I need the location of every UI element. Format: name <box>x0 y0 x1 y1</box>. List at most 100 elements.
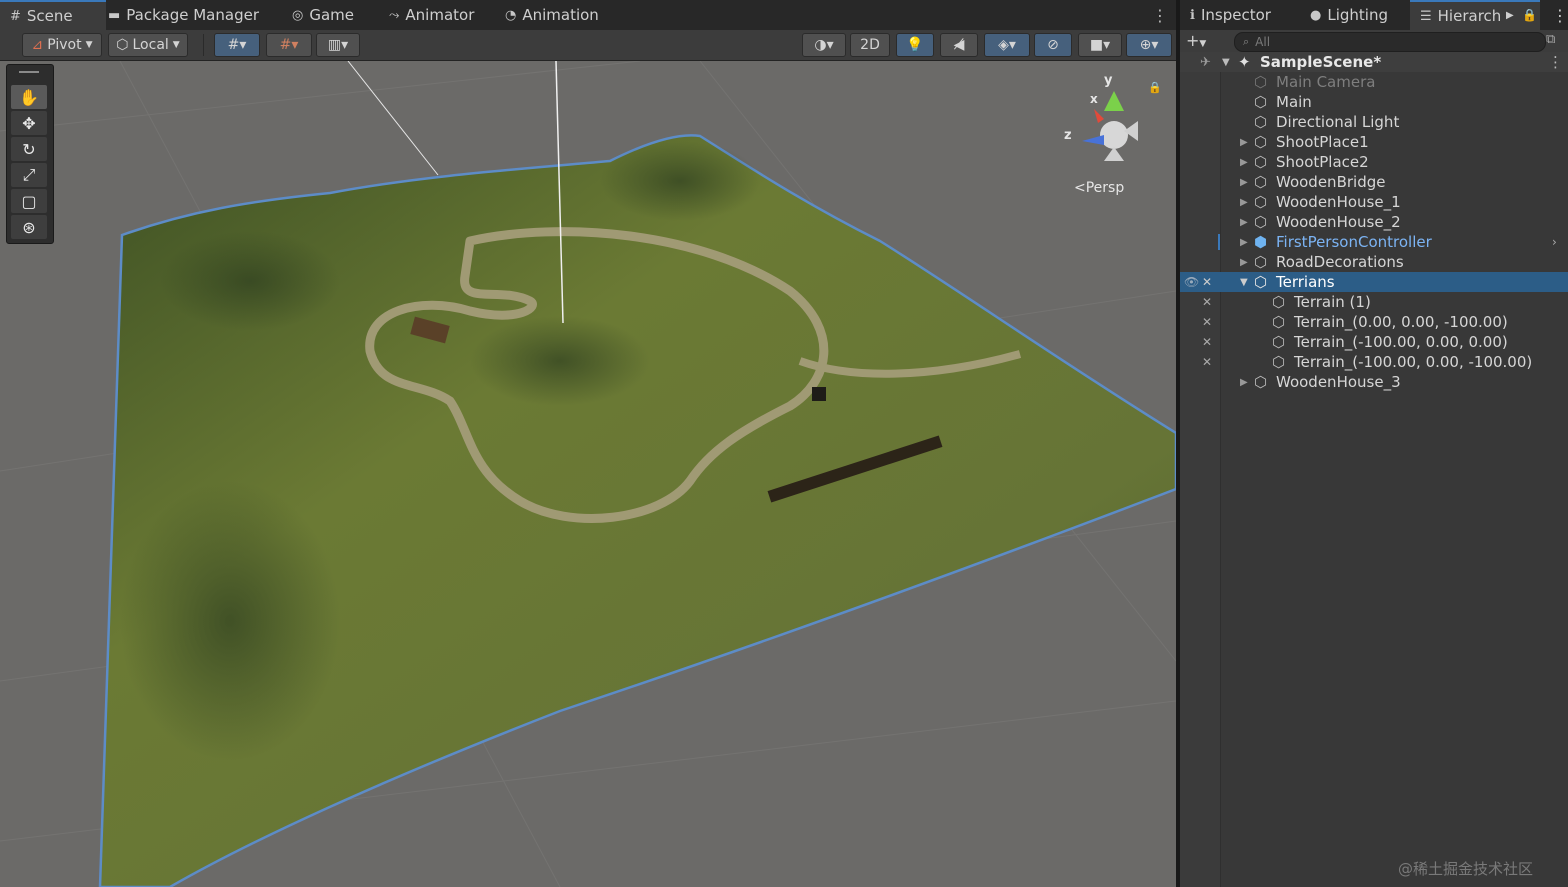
hierarchy-item-terrain-0-0-neg100[interactable]: ✕ ⬡ Terrain_(0.00, 0.00, -100.00) <box>1180 312 1568 332</box>
chevron-right-icon[interactable]: ▶ <box>1240 377 1248 388</box>
lighting-toggle[interactable]: 💡 <box>896 33 934 57</box>
rotate-tool-icon[interactable]: ↻ <box>11 137 47 161</box>
more-menu-icon[interactable]: ⋮ <box>1152 0 1168 30</box>
unity-scene-icon: ✦ <box>1238 53 1251 71</box>
chevron-right-icon[interactable]: ▶ <box>1240 177 1248 188</box>
gameobject-icon: ⬡ <box>1254 373 1268 391</box>
bulb-icon: 💡 <box>906 37 924 53</box>
transform-tool-icon[interactable]: ⊛ <box>11 215 47 239</box>
prefab-override-marker <box>1218 234 1220 250</box>
hierarchy-item-firstpersoncontroller[interactable]: ▶ ⬢ FirstPersonController › <box>1180 232 1568 252</box>
chevron-right-icon[interactable]: ▶ <box>1240 137 1248 148</box>
gameobject-icon: ⬡ <box>1254 193 1268 211</box>
shading-mode-dropdown[interactable]: ◑▾ <box>802 33 846 57</box>
item-label: ShootPlace1 <box>1276 133 1369 151</box>
item-label: Terrain_(-100.00, 0.00, -100.00) <box>1294 353 1533 371</box>
chevron-right-icon[interactable]: ▶ <box>1240 237 1248 248</box>
item-label: Main <box>1276 93 1312 111</box>
chevron-right-icon[interactable]: ▶ <box>1240 217 1248 228</box>
toggle-2d-button[interactable]: 2D <box>850 33 890 57</box>
scale-tool-icon[interactable]: ⤢ <box>11 163 47 187</box>
gizmos-dropdown[interactable]: ⊕▾ <box>1126 33 1172 57</box>
tab-inspector[interactable]: ℹ Inspector <box>1190 0 1271 30</box>
gameobject-icon: ⬡ <box>1272 353 1286 371</box>
gameobject-icon: ⬡ <box>1254 73 1268 91</box>
pick-disabled-icon[interactable]: ✕ <box>1202 275 1212 289</box>
gameobject-icon: ⬡ <box>1254 93 1268 111</box>
pick-disabled-icon[interactable]: ✕ <box>1202 315 1212 329</box>
add-object-button[interactable]: +▼ <box>1186 31 1206 50</box>
increment-snap-button[interactable]: #▾ <box>266 33 312 57</box>
pick-disabled-icon[interactable]: ✕ <box>1202 335 1212 349</box>
hand-tool-icon[interactable]: ✋ <box>11 85 47 109</box>
hierarchy-item-shootplace2[interactable]: ▶ ⬡ ShootPlace2 <box>1180 152 1568 172</box>
chevron-down-icon[interactable]: ▼ <box>1240 277 1248 288</box>
sphere-icon: ◑▾ <box>814 37 834 53</box>
audio-toggle[interactable]: ◀̸ <box>940 33 978 57</box>
pick-disabled-icon[interactable]: ✕ <box>1202 295 1212 309</box>
grid-visibility-button[interactable]: ▥▾ <box>316 33 360 57</box>
hierarchy-item-woodenbridge[interactable]: ▶ ⬡ WoodenBridge <box>1180 172 1568 192</box>
more-menu-icon[interactable]: ⋮ <box>1552 0 1568 30</box>
pivot-dropdown[interactable]: ⊿ Pivot ▼ <box>22 33 102 57</box>
tab-label: Inspector <box>1200 6 1271 24</box>
tab-scene[interactable]: # Scene <box>0 0 106 30</box>
search-placeholder: All <box>1255 35 1271 49</box>
picking-icon[interactable]: ✈ <box>1200 55 1211 70</box>
hierarchy-item-main-camera[interactable]: ⬡ Main Camera <box>1180 72 1568 92</box>
tab-animation[interactable]: ◔ Animation <box>505 0 599 30</box>
hierarchy-item-roaddecorations[interactable]: ▶ ⬡ RoadDecorations <box>1180 252 1568 272</box>
hierarchy-item-terrain-neg100-0-neg100[interactable]: ✕ ⬡ Terrain_(-100.00, 0.00, -100.00) <box>1180 352 1568 372</box>
effects-dropdown[interactable]: ◈▾ <box>984 33 1030 57</box>
move-tool-icon[interactable]: ✥ <box>11 111 47 135</box>
open-prefab-icon[interactable]: › <box>1552 235 1557 249</box>
chevron-right-icon[interactable]: ▶ <box>1240 197 1248 208</box>
animator-icon: ⤳ <box>389 7 400 23</box>
item-label: FirstPersonController <box>1276 233 1432 251</box>
search-options-icon[interactable]: ⧉ <box>1546 32 1555 47</box>
tab-game[interactable]: ◎ Game <box>292 0 354 30</box>
hierarchy-item-woodenhouse-3[interactable]: ▶ ⬡ WoodenHouse_3 <box>1180 372 1568 392</box>
camera-dropdown[interactable]: ■▾ <box>1078 33 1122 57</box>
scene-root-row[interactable]: ✈ ▼ ✦ SampleScene* ⋮ <box>1180 52 1568 72</box>
drag-handle[interactable] <box>19 71 39 73</box>
tab-hierarchy[interactable]: ☰ Hierarch <box>1410 0 1540 30</box>
camera-icon: ■▾ <box>1089 37 1111 53</box>
hierarchy-item-terrain-neg100-0-0[interactable]: ✕ ⬡ Terrain_(-100.00, 0.00, 0.00) <box>1180 332 1568 352</box>
mode-2d-label: 2D <box>860 37 880 53</box>
hierarchy-item-woodenhouse-2[interactable]: ▶ ⬡ WoodenHouse_2 <box>1180 212 1568 232</box>
hierarchy-toolbar: +▼ ⌕ All ⧉ <box>1180 30 1568 53</box>
gameobject-icon: ⬡ <box>1254 273 1268 291</box>
chevron-right-icon[interactable]: ▶ <box>1240 257 1248 268</box>
search-input[interactable]: ⌕ All <box>1234 32 1546 52</box>
gameobject-icon: ⬡ <box>1254 213 1268 231</box>
projection-label[interactable]: <Persp <box>1074 180 1124 196</box>
chevron-down-icon[interactable]: ▼ <box>1222 57 1230 68</box>
lock-icon[interactable]: 🔒 <box>1148 81 1162 94</box>
tab-lighting[interactable]: ● Lighting <box>1310 0 1388 30</box>
rect-tool-icon[interactable]: ▢ <box>11 189 47 213</box>
hierarchy-item-terrain-1[interactable]: ✕ ⬡ Terrain (1) <box>1180 292 1568 312</box>
hierarchy-item-terrians[interactable]: 👁 ✕ ▼ ⬡ Terrians <box>1180 272 1568 292</box>
grid-snap-button[interactable]: #▾ <box>214 33 260 57</box>
scene-viewport[interactable]: 🔒 y x z <box>0 61 1176 887</box>
tab-package-manager[interactable]: ▬ Package Manager <box>108 0 259 30</box>
item-label: RoadDecorations <box>1276 253 1404 271</box>
pivot-icon: ⊿ <box>31 37 44 53</box>
hierarchy-item-woodenhouse-1[interactable]: ▶ ⬡ WoodenHouse_1 <box>1180 192 1568 212</box>
hierarchy-item-directional-light[interactable]: ⬡ Directional Light <box>1180 112 1568 132</box>
pick-disabled-icon[interactable]: ✕ <box>1202 355 1212 369</box>
gameobject-icon: ⬡ <box>1272 313 1286 331</box>
tab-animator[interactable]: ⤳ Animator <box>389 0 474 30</box>
scroll-tabs-icon[interactable]: ▶ <box>1506 0 1514 30</box>
lock-icon[interactable]: 🔒 <box>1522 0 1537 30</box>
eye-icon[interactable]: 👁 <box>1184 275 1199 289</box>
more-menu-icon[interactable]: ⋮ <box>1548 53 1563 71</box>
tab-label: Hierarch <box>1437 7 1502 25</box>
hidden-objects-toggle[interactable]: ⊘ <box>1034 33 1072 57</box>
hierarchy-item-shootplace1[interactable]: ▶ ⬡ ShootPlace1 <box>1180 132 1568 152</box>
chevron-right-icon[interactable]: ▶ <box>1240 157 1248 168</box>
hierarchy-item-main[interactable]: ⬡ Main <box>1180 92 1568 112</box>
tab-label: Lighting <box>1327 6 1388 24</box>
local-dropdown[interactable]: ⬡ Local ▼ <box>108 33 188 57</box>
